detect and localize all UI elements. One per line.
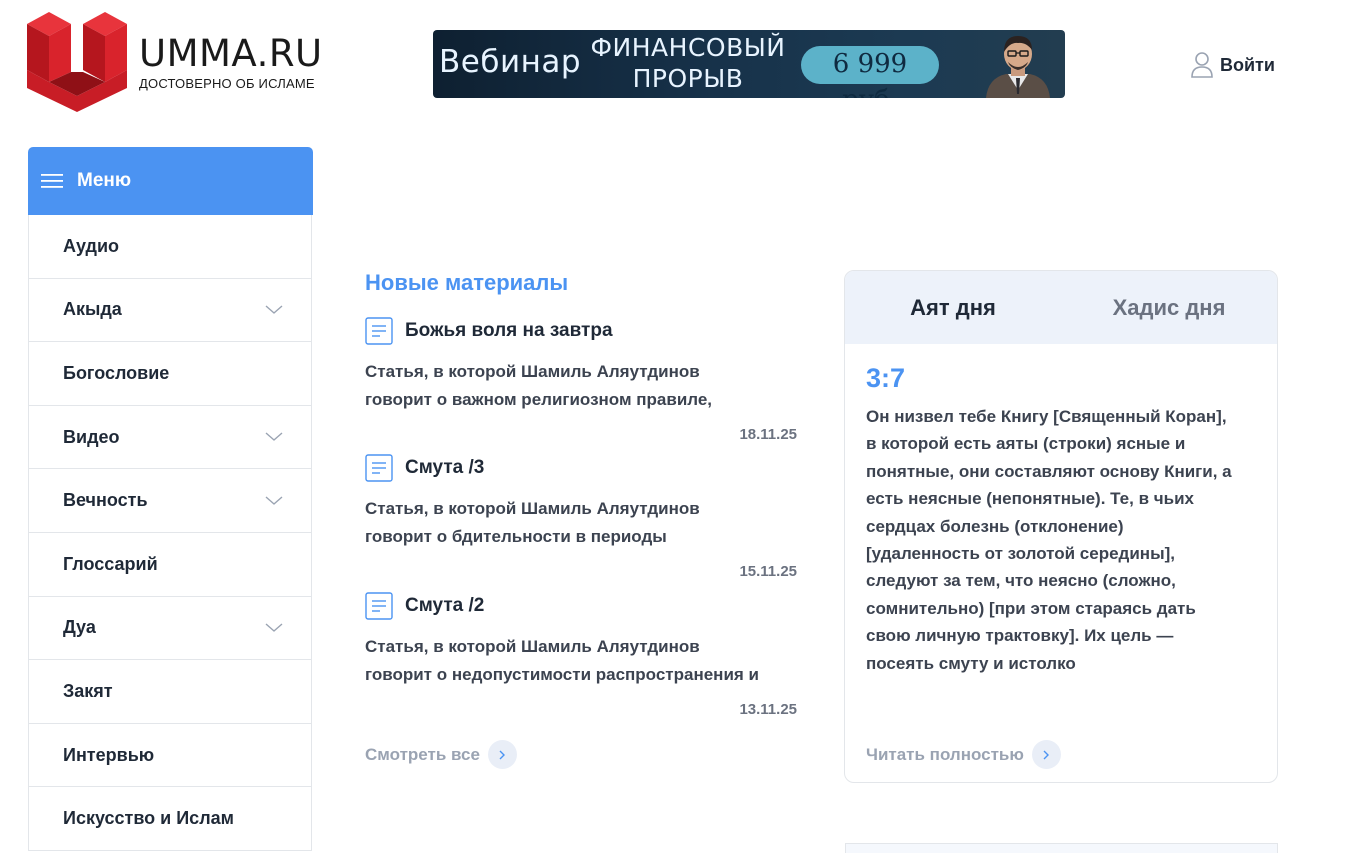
menu-item-label: Искусство и Ислам xyxy=(63,808,234,829)
webinar-banner[interactable]: Вебинар ФИНАНСОВЫЙ ПРОРЫВ 6 999 руб. xyxy=(433,30,1065,98)
chevron-right-icon xyxy=(487,740,517,769)
menu-item-label: Глоссарий xyxy=(63,553,158,574)
article-item: Смута /2 Статья, в которой Шамиль Аляутд… xyxy=(365,591,797,718)
menu-item-akyda[interactable]: Акыда xyxy=(29,279,311,343)
verse-line: есть неясные (непонятные). Те, в чьих xyxy=(866,489,1194,509)
next-card-edge xyxy=(845,843,1278,853)
menu-item-label: Видео xyxy=(63,426,120,447)
menu-item-theology[interactable]: Богословие xyxy=(29,342,311,406)
verse-line: посеять смуту и истолко xyxy=(866,653,1076,673)
login-button[interactable]: Войти xyxy=(1190,50,1275,80)
menu-item-label: Дуа xyxy=(63,617,96,638)
banner-price: 6 999 руб. xyxy=(801,46,939,98)
article-link[interactable]: Смута /2 xyxy=(365,591,797,621)
verse-line: следуют за тем, что неясно (сложно, xyxy=(866,571,1176,591)
banner-headline: ФИНАНСОВЫЙ ПРОРЫВ xyxy=(590,33,786,93)
article-title: Божья воля на завтра xyxy=(405,320,613,341)
document-icon xyxy=(365,454,393,482)
verse-text: Он низвел тебе Книгу [Священный Коран], … xyxy=(866,403,1266,677)
article-item: Божья воля на завтра Статья, в которой Ш… xyxy=(365,316,797,443)
daily-tabs: Аят дня Хадис дня xyxy=(845,271,1277,344)
read-more-label: Читать полностью xyxy=(866,744,1024,764)
menu-item-art-and-islam[interactable]: Искусство и Ислам xyxy=(29,787,311,851)
article-description[interactable]: Статья, в которой Шамиль Аляутдинов гово… xyxy=(365,633,797,689)
banner-word: Вебинар xyxy=(439,44,582,80)
menu-item-label: Аудио xyxy=(63,235,120,256)
umma-logo-icon xyxy=(27,12,127,112)
verse-line: сомнительно) [при этом стараясь дать xyxy=(866,598,1196,618)
chevron-right-icon xyxy=(1031,740,1061,769)
menu-item-interview[interactable]: Интервью xyxy=(29,724,311,788)
article-item: Смута /3 Статья, в которой Шамиль Аляутд… xyxy=(365,453,797,580)
logo-title: UMMA.RU xyxy=(139,31,323,75)
verse-line: Он низвел тебе Книгу [Священный Коран], xyxy=(866,407,1227,426)
menu-item-label: Интервью xyxy=(63,744,155,765)
menu-item-label: Богословие xyxy=(63,362,170,383)
article-title: Смута /2 xyxy=(405,595,485,616)
menu-item-label: Акыда xyxy=(63,299,122,320)
chevron-down-icon[interactable] xyxy=(265,305,283,315)
menu-toggle[interactable]: Меню xyxy=(28,147,313,215)
verse-reference: 3:7 xyxy=(866,363,906,393)
verse-line: сердцах болезнь (отклонение) xyxy=(866,516,1124,536)
hamburger-icon xyxy=(41,174,63,188)
tab-hadith-of-day[interactable]: Хадис дня xyxy=(1061,271,1277,344)
daily-verse-card: Аят дня Хадис дня 3:7 Он низвел тебе Кни… xyxy=(844,270,1278,783)
tab-ayat-of-day[interactable]: Аят дня xyxy=(845,271,1061,344)
verse-line: [удаленность от золотой середины], xyxy=(866,544,1175,564)
article-desc-line: Статья, в которой Шамиль Аляутдинов xyxy=(365,362,700,381)
chevron-down-icon[interactable] xyxy=(265,432,283,442)
presenter-image xyxy=(986,36,1050,98)
menu-item-video[interactable]: Видео xyxy=(29,406,311,470)
article-desc-line: говорит о недопустимости распространения… xyxy=(365,665,759,684)
article-description[interactable]: Статья, в которой Шамиль Аляутдинов гово… xyxy=(365,358,797,414)
login-label: Войти xyxy=(1220,54,1275,75)
menu-item-label: Вечность xyxy=(63,490,148,511)
read-more-link[interactable]: Читать полностью xyxy=(866,740,1061,769)
user-icon xyxy=(1191,52,1213,78)
article-link[interactable]: Смута /3 xyxy=(365,453,797,483)
chevron-down-icon[interactable] xyxy=(265,496,283,506)
article-desc-line: говорит о важном религиозном правиле, xyxy=(365,390,713,409)
verse-line: свою личную трактовку]. Их цель — xyxy=(866,626,1174,646)
see-all-link[interactable]: Смотреть все xyxy=(365,740,517,769)
article-desc-line: говорит о бдительности в периоды xyxy=(365,527,667,546)
site-logo[interactable]: UMMA.RU ДОСТОВЕРНО ОБ ИСЛАМЕ xyxy=(27,12,327,112)
article-date: 13.11.25 xyxy=(739,701,797,718)
menu-item-audio[interactable]: Аудио xyxy=(29,215,311,279)
article-desc-line: Статья, в которой Шамиль Аляутдинов xyxy=(365,637,700,656)
menu-item-eternity[interactable]: Вечность xyxy=(29,469,311,533)
menu-item-zakat[interactable]: Закят xyxy=(29,660,311,724)
logo-tagline: ДОСТОВЕРНО ОБ ИСЛАМЕ xyxy=(139,75,315,91)
chevron-down-icon[interactable] xyxy=(265,623,283,633)
menu-item-glossary[interactable]: Глоссарий xyxy=(29,533,311,597)
article-description[interactable]: Статья, в которой Шамиль Аляутдинов гово… xyxy=(365,495,797,551)
news-section-title: Новые материалы xyxy=(365,270,569,295)
article-link[interactable]: Божья воля на завтра xyxy=(365,316,797,346)
document-icon xyxy=(365,592,393,620)
menu-title: Меню xyxy=(77,170,132,191)
article-date: 18.11.25 xyxy=(739,426,797,443)
see-all-label: Смотреть все xyxy=(365,744,480,764)
verse-line: понятные, они составляют основу Книги, а xyxy=(866,461,1232,481)
article-desc-line: Статья, в которой Шамиль Аляутдинов xyxy=(365,499,700,518)
menu-item-label: Закят xyxy=(63,680,113,701)
menu-item-dua[interactable]: Дуа xyxy=(29,597,311,661)
document-icon xyxy=(365,317,393,345)
verse-line: в которой есть аяты (строки) ясные и xyxy=(866,434,1186,454)
sidebar-menu: Аудио Акыда Богословие Видео Вечность Гл… xyxy=(28,215,312,851)
article-date: 15.11.25 xyxy=(739,563,797,580)
article-title: Смута /3 xyxy=(405,457,485,478)
